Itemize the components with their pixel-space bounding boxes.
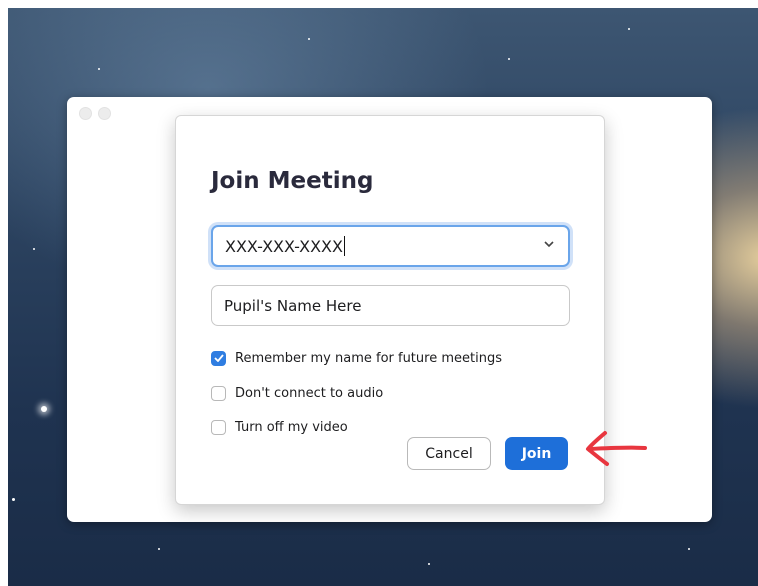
star: [308, 38, 310, 40]
name-input-value: Pupil's Name Here: [224, 297, 362, 315]
checkmark-icon: [213, 354, 224, 362]
star: [12, 498, 15, 501]
no-audio-label: Don't connect to audio: [235, 385, 384, 401]
video-off-checkbox[interactable]: [211, 419, 226, 435]
join-meeting-dialog: Join Meeting XXX-XXX-XXXX Pupil's Name H…: [175, 115, 605, 505]
star: [428, 563, 430, 565]
meeting-id-combobox[interactable]: XXX-XXX-XXXX: [211, 225, 570, 267]
join-button[interactable]: Join: [505, 437, 568, 470]
chevron-down-icon[interactable]: [544, 237, 554, 251]
option-remember-name[interactable]: Remember my name for future meetings: [211, 349, 502, 367]
option-video-off[interactable]: Turn off my video: [211, 418, 348, 436]
star: [688, 548, 690, 550]
cancel-button[interactable]: Cancel: [407, 437, 491, 470]
meeting-id-input[interactable]: XXX-XXX-XXXX: [225, 236, 345, 256]
remember-name-label: Remember my name for future meetings: [235, 350, 502, 366]
name-input[interactable]: Pupil's Name Here: [211, 285, 570, 326]
window-close-dot[interactable]: [79, 107, 92, 120]
star: [41, 406, 47, 412]
screenshot-frame: Join Meeting XXX-XXX-XXXX Pupil's Name H…: [0, 0, 758, 586]
option-no-audio[interactable]: Don't connect to audio: [211, 384, 383, 402]
window-minimize-dot[interactable]: [98, 107, 111, 120]
star: [508, 58, 510, 60]
remember-name-checkbox[interactable]: [211, 350, 226, 366]
star: [628, 28, 630, 30]
star: [158, 548, 160, 550]
dialog-title: Join Meeting: [211, 168, 374, 194]
no-audio-checkbox[interactable]: [211, 385, 226, 401]
hand-drawn-arrow-icon: [586, 431, 647, 466]
meeting-id-value: XXX-XXX-XXXX: [225, 237, 343, 256]
video-off-label: Turn off my video: [235, 419, 348, 435]
star: [98, 68, 100, 70]
star: [33, 248, 35, 250]
text-cursor: [343, 236, 345, 256]
